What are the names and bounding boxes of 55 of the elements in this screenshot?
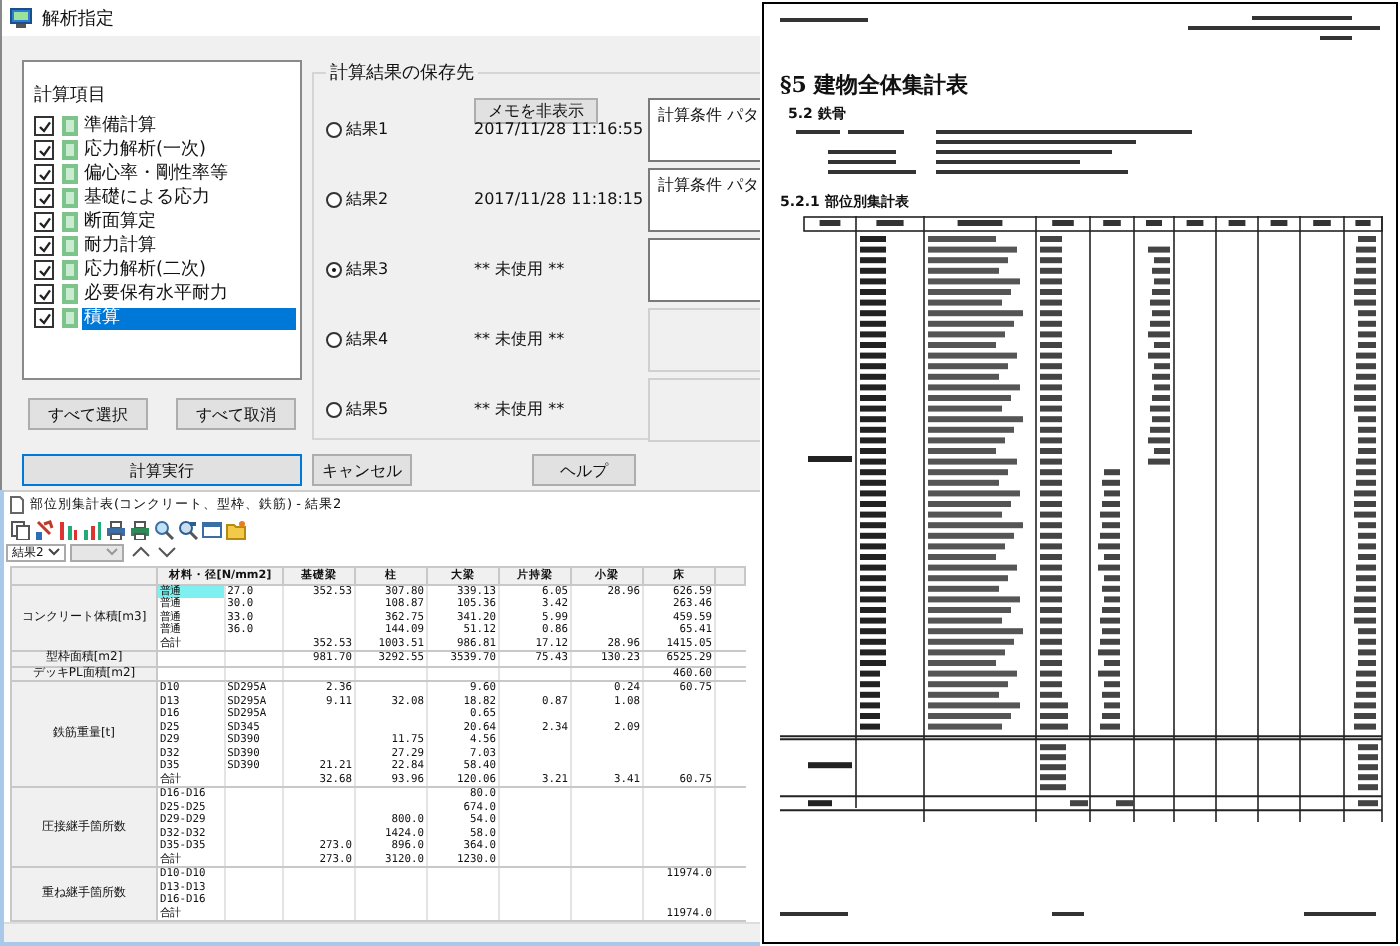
timestamp: 2017/11/28 11:16:55 (474, 120, 646, 138)
printer-icon (106, 519, 126, 540)
list-item[interactable]: 耐力計算 (82, 235, 158, 257)
magnifier-icon (178, 519, 198, 540)
timestamp: ** 未使用 ** (474, 258, 567, 280)
checkbox[interactable] (34, 116, 54, 136)
list-item[interactable]: 積算 (82, 307, 296, 329)
list-item[interactable]: 準備計算 (82, 115, 158, 137)
checkbox[interactable] (34, 212, 54, 232)
result-radio[interactable]: 結果3 (326, 258, 474, 280)
column-header (715, 566, 745, 585)
list-item[interactable]: 断面算定 (82, 211, 158, 233)
folder-icon (226, 519, 246, 540)
list-item[interactable]: 応力解析(一次) (82, 139, 209, 161)
help-button[interactable]: ヘルプ (532, 454, 636, 486)
memo-field[interactable] (648, 237, 760, 301)
document-icon (10, 495, 24, 514)
checkbox[interactable] (34, 308, 54, 328)
copy-icon (10, 519, 30, 540)
group-label: 計算結果の保存先 (328, 61, 476, 86)
magnifier-icon (154, 519, 174, 540)
caret-icon (106, 548, 118, 557)
chevron-down-icon[interactable] (158, 546, 176, 559)
checkbox[interactable] (34, 140, 54, 160)
checkbox[interactable] (34, 164, 54, 184)
timestamp: ** 未使用 ** (474, 328, 567, 350)
result-radio[interactable]: 結果2 (326, 188, 474, 210)
checkbox[interactable] (34, 260, 54, 280)
clear-all-button[interactable]: すべて取消 (176, 398, 296, 430)
memo-field[interactable]: 計算条件 パタ (648, 167, 760, 231)
result-radio[interactable]: 結果5 (326, 398, 474, 420)
timestamp: 2017/11/28 11:18:15 (474, 190, 646, 208)
checkbox[interactable] (34, 188, 54, 208)
report-title: §5 建物全体集計表 (780, 70, 971, 100)
select-all-button[interactable]: すべて選択 (28, 398, 148, 430)
list-item[interactable]: 偏心率・剛性率等 (82, 163, 230, 185)
chevron-up-icon[interactable] (132, 546, 150, 559)
list-item[interactable]: 応力解析(二次) (82, 259, 209, 281)
list-item[interactable]: 基礎による応力 (82, 187, 212, 209)
memo-field[interactable]: 計算条件 パタ (648, 97, 760, 161)
list-item[interactable]: 必要保有水平耐力 (82, 283, 230, 305)
cancel-button[interactable]: キャンセル (312, 454, 412, 486)
run-button[interactable]: 計算実行 (22, 454, 302, 486)
list-heading: 計算項目 (34, 83, 106, 108)
caret-icon (48, 548, 60, 557)
hide-memo-button[interactable]: メモを非表示 (474, 98, 598, 124)
monitor-icon (10, 8, 32, 28)
result-radio[interactable]: 結果4 (326, 328, 474, 350)
window-icon (202, 519, 222, 540)
checkbox[interactable] (34, 284, 54, 304)
window-title: 解析指定 (42, 7, 114, 31)
checkbox[interactable] (34, 236, 54, 256)
timestamp: ** 未使用 ** (474, 398, 567, 420)
result-radio[interactable]: 結果1 (326, 118, 474, 140)
printer-icon (130, 519, 150, 540)
